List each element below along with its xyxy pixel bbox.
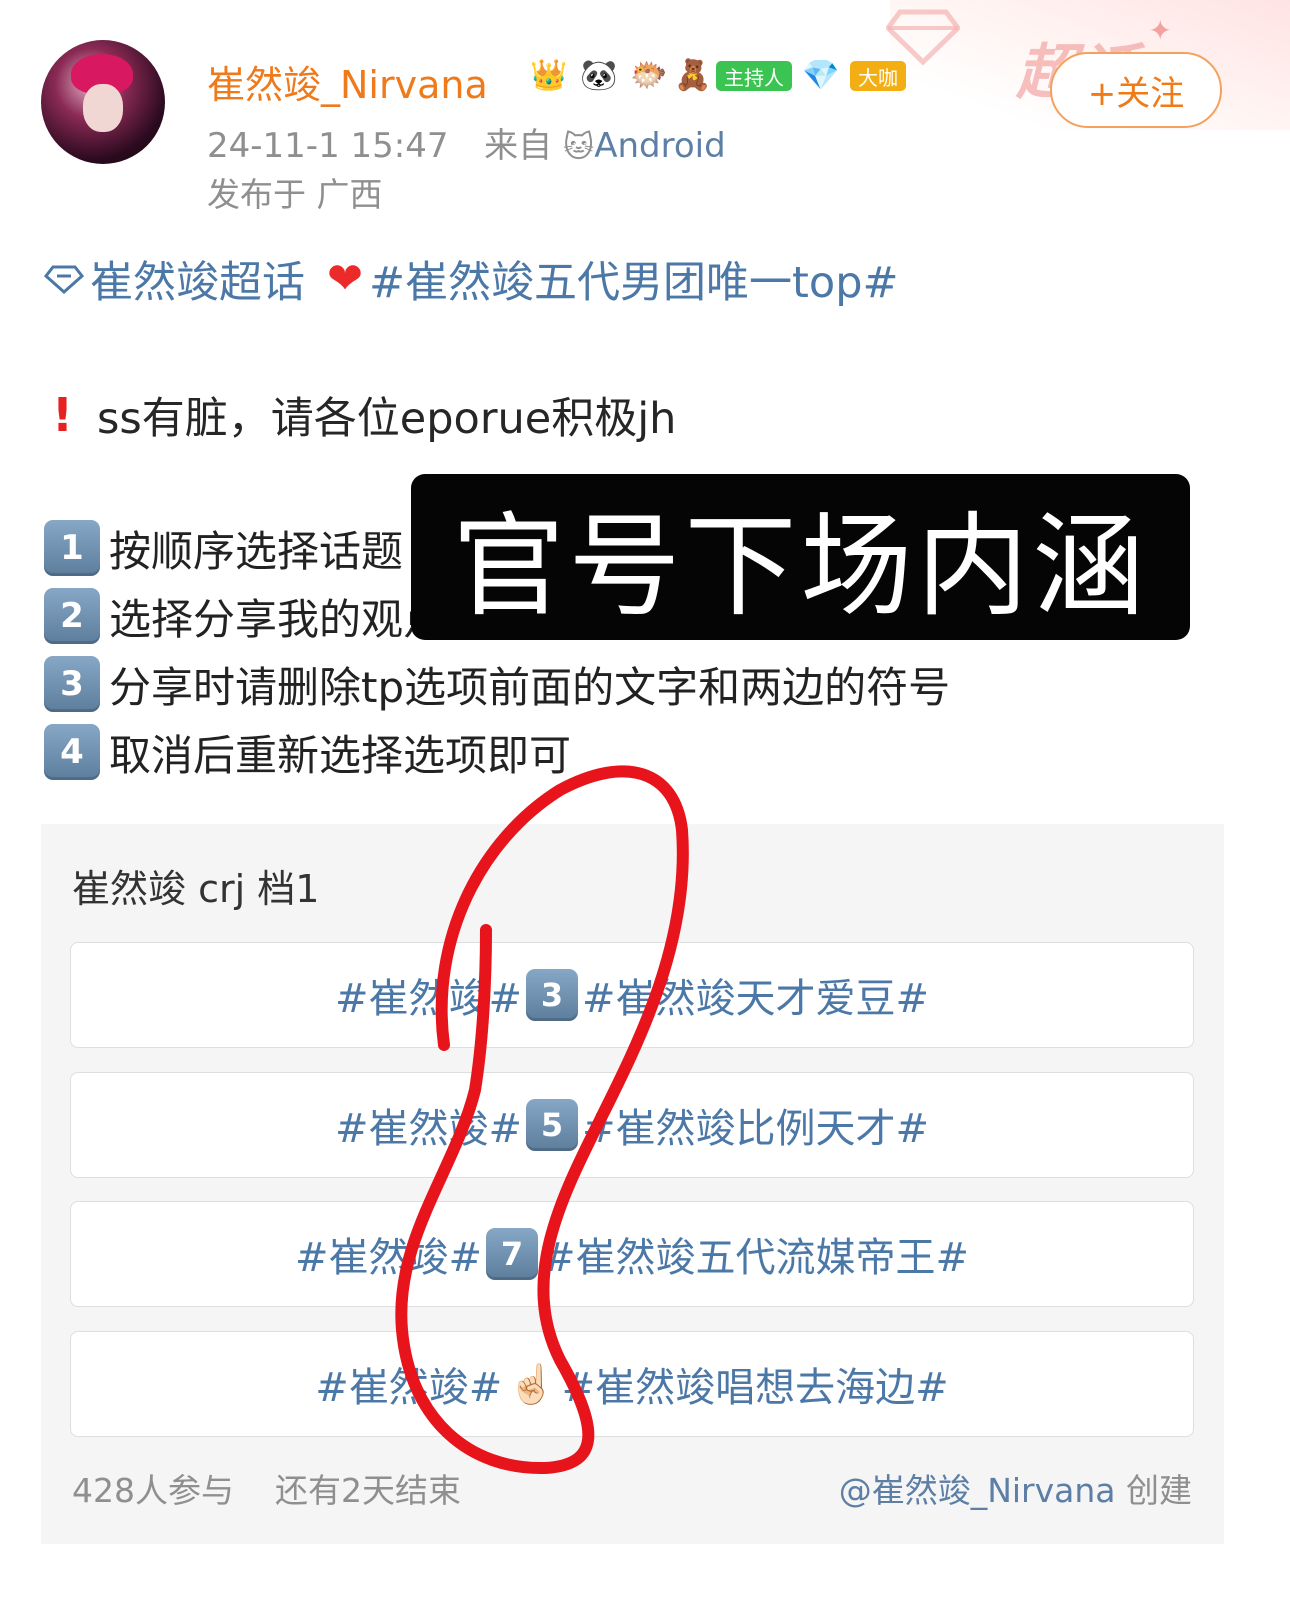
step-text: 选择分享我的观点 (109, 594, 446, 644)
poll-option-1[interactable]: #崔然竣# 3 #崔然竣天才爱豆# (70, 942, 1194, 1048)
host-tag[interactable]: 主持人 (716, 61, 792, 91)
cat-device-icon: 🐱 (562, 130, 595, 165)
option-label: #崔然竣五代流媒帝王# (542, 1235, 970, 1281)
option-label: #崔然竣比例天才# (582, 1106, 930, 1152)
crown-badge-icon[interactable]: 👑 (528, 57, 570, 95)
exclamation-icon: ! (52, 388, 73, 442)
device-source[interactable]: Android (594, 126, 725, 166)
poll-stats: 428人参与 还有2天结束 (72, 1464, 461, 1512)
from-label: 来自 (484, 126, 553, 166)
step-item: 3 分享时请删除tp选项前面的文字和两边的符号 (44, 650, 950, 718)
option-label: #崔然竣天才爱豆# (582, 976, 930, 1022)
heart-icon: ❤ (327, 254, 364, 304)
warning-text: ss有脏，请各位eporue积极jh (96, 394, 677, 444)
keycap-5-icon: 5 (526, 1099, 578, 1151)
keycap-3-icon: 3 (526, 969, 578, 1021)
diamond-level-icon[interactable]: 💎 (800, 57, 842, 95)
host-badge-icon[interactable]: 🧸 (674, 57, 711, 95)
poll-option-4[interactable]: #崔然竣# ☝🏻 #崔然竣唱想去海边# (70, 1331, 1194, 1437)
post-timestamp: 24-11-1 15:47 (207, 126, 449, 166)
keycap-1-icon: 1 (44, 520, 100, 576)
follow-label: +关注 (1087, 73, 1185, 114)
keycap-4-icon: 4 (44, 724, 100, 780)
sparkle-icon: ✦ (1148, 14, 1172, 47)
warning-line: ! ss有脏，请各位eporue积极jh (52, 384, 676, 446)
panda-badge-icon[interactable]: 🐼 (578, 57, 620, 95)
username[interactable]: 崔然竣_Nirvana (207, 54, 488, 109)
step-item: 4 取消后重新选择选项即可 (44, 718, 950, 786)
participant-count: 428人参与 (72, 1471, 234, 1510)
post-location: 发布于 广西 (207, 175, 383, 214)
option-prefix: #崔然竣# (334, 976, 522, 1022)
pufferfish-badge-icon[interactable]: 🐡 (628, 57, 670, 95)
option-prefix: #崔然竣# (315, 1365, 503, 1411)
follow-button[interactable]: +关注 (1050, 52, 1222, 128)
created-label: 创建 (1126, 1471, 1192, 1510)
topic-line: 崔然竣超话 ❤ #崔然竣五代男团唯一top# (44, 248, 899, 310)
supertopic-link[interactable]: 崔然竣超话 (90, 248, 305, 310)
poll-creator: @崔然竣_Nirvana 创建 (839, 1464, 1192, 1512)
keycap-2-icon: 2 (44, 588, 100, 644)
supertopic-diamond-icon (44, 265, 84, 295)
poll-card: 崔然竣 crj 档1 #崔然竣# 3 #崔然竣天才爱豆# #崔然竣# 5 #崔然… (41, 824, 1224, 1544)
avatar[interactable] (41, 40, 165, 164)
step-text: 按顺序选择话题 (109, 526, 404, 576)
option-label: #崔然竣唱想去海边# (561, 1365, 949, 1411)
user-badges: 👑 🐼 🐡 🧸 主持人 💎 大咖 (528, 56, 906, 96)
overlay-caption: 官号下场内涵 (411, 474, 1190, 640)
time-remaining: 还有2天结束 (275, 1471, 461, 1510)
poll-title: 崔然竣 crj 档1 (72, 867, 320, 911)
option-prefix: #崔然竣# (334, 1106, 522, 1152)
step-text: 取消后重新选择选项即可 (109, 730, 572, 780)
big-shot-tag[interactable]: 大咖 (850, 61, 906, 91)
option-prefix: #崔然竣# (294, 1235, 482, 1281)
post-meta: 24-11-1 15:47 来自 🐱Android (207, 118, 726, 167)
creator-mention[interactable]: @崔然竣_Nirvana (839, 1471, 1116, 1510)
hashtag-link[interactable]: #崔然竣五代男团唯一top# (369, 248, 899, 310)
poll-option-3[interactable]: #崔然竣# 7 #崔然竣五代流媒帝王# (70, 1201, 1194, 1307)
pointing-finger-icon: ☝🏻 (508, 1361, 556, 1406)
keycap-3-icon: 3 (44, 656, 100, 712)
keycap-7-icon: 7 (486, 1228, 538, 1280)
step-text: 分享时请删除tp选项前面的文字和两边的符号 (109, 662, 951, 712)
poll-option-2[interactable]: #崔然竣# 5 #崔然竣比例天才# (70, 1072, 1194, 1178)
